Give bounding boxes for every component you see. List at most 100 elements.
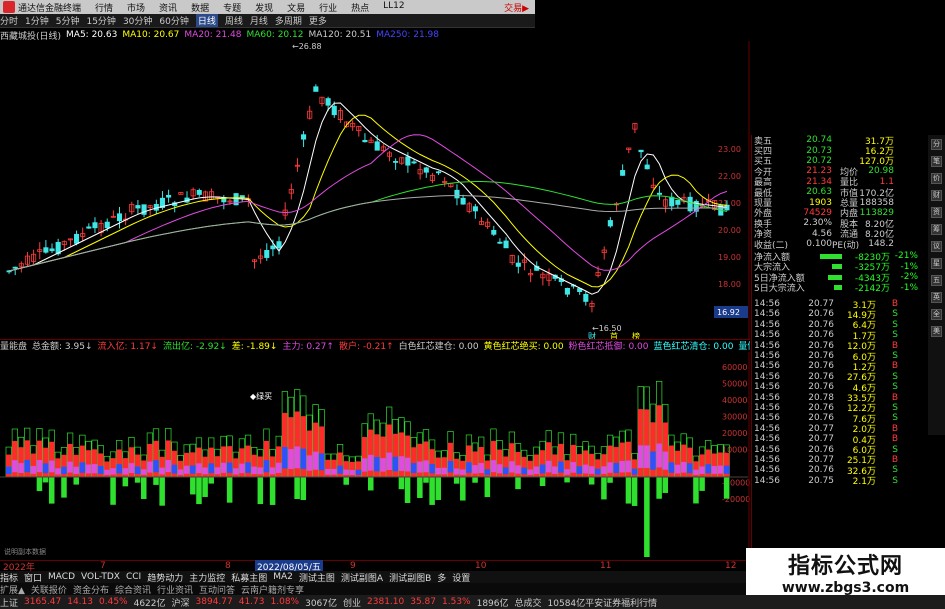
- indicator-tab-4[interactable]: CCI: [126, 572, 141, 582]
- indicator-value-4: 主力: 0.27↑: [282, 342, 334, 351]
- period-toolbar: 分时 1分钟 5分钟 15分钟 30分钟 60分钟 日线 周线 月线 多周期 更多: [0, 14, 535, 28]
- event-marker[interactable]: 首: [610, 331, 618, 339]
- side-tab-1[interactable]: 笔: [931, 156, 942, 167]
- side-tab-3[interactable]: 财: [931, 190, 942, 201]
- tick-time: 14:56: [754, 361, 780, 372]
- extension-tab-2[interactable]: 资金分布: [73, 583, 109, 596]
- period-tab-10[interactable]: 更多: [309, 14, 327, 27]
- period-tab-0[interactable]: 分时: [0, 14, 18, 27]
- tick-side: S: [892, 371, 898, 382]
- event-marker[interactable]: 榜: [632, 331, 640, 339]
- menu-item-4[interactable]: 专题: [223, 1, 241, 14]
- axis-tick: 7: [100, 561, 106, 571]
- menu-item-6[interactable]: 文易: [287, 1, 305, 14]
- tick-time: 14:56: [754, 423, 780, 434]
- status-item-5: 沪深: [171, 598, 190, 609]
- tick-time: 14:56: [754, 434, 780, 445]
- axis-tick: 12: [725, 561, 737, 571]
- menu-item-9[interactable]: LL12: [383, 1, 404, 14]
- period-tab-7[interactable]: 周线: [225, 14, 243, 27]
- extension-tab-4[interactable]: 行业资讯: [157, 583, 193, 596]
- tick-price: 20.76: [808, 330, 834, 341]
- tick-time: 14:56: [754, 402, 780, 413]
- indicator-tab-12[interactable]: 多: [437, 571, 446, 584]
- ma-value-4: MA120: 20.51: [308, 30, 372, 40]
- extension-tab-3[interactable]: 综合资讯: [115, 583, 151, 596]
- menu-item-2[interactable]: 资讯: [159, 1, 177, 14]
- extension-tab-5[interactable]: 互动问答: [199, 583, 235, 596]
- tick-side: S: [892, 330, 898, 341]
- side-tab-8[interactable]: 五: [931, 275, 942, 286]
- tick-time: 14:56: [754, 465, 780, 476]
- price-axis-label: 18.00: [718, 280, 741, 289]
- indicator-tab-9[interactable]: 测试主图: [299, 571, 335, 584]
- side-tab-4[interactable]: 资: [931, 207, 942, 218]
- quote-value: 21.23: [806, 166, 832, 177]
- vol-axis-label: 40000: [722, 396, 747, 405]
- axis-tick: 8: [225, 561, 231, 571]
- indicator-tab-0[interactable]: 指标: [0, 571, 18, 584]
- quote-table: 卖五 20.74 31.7万 买四 20.73 16.2万 买五 20.72 127.0万 今开 2…: [752, 135, 926, 250]
- flow-table: 净流入额 -8230万 -21% 大宗流入 -3257万 -1% 5日净流入额 -4343万 -…: [752, 251, 926, 295]
- tick-time: 14:56: [754, 309, 780, 320]
- flow-value: -2142万: [854, 284, 890, 295]
- indicator-tab-10[interactable]: 测试副图A: [341, 571, 383, 584]
- side-tab-7[interactable]: 星: [931, 258, 942, 269]
- tick-price: 20.76: [808, 382, 834, 393]
- indicator-tab-7[interactable]: 私募主图: [231, 571, 267, 584]
- status-bar: 上证 3165.47 14.13 0.45% 4622亿 沪深 3894.77 41.73 1.…: [0, 595, 945, 609]
- indicator-tab-3[interactable]: VOL-TDX: [81, 572, 120, 582]
- menu-item-1[interactable]: 市场: [127, 1, 145, 14]
- flow-bar: [201, 449, 209, 497]
- menu-item-3[interactable]: 数据: [191, 1, 209, 14]
- side-tab-2[interactable]: 价: [931, 173, 942, 184]
- side-tab-0[interactable]: 分: [931, 139, 942, 150]
- trade-button[interactable]: 交易▶: [504, 1, 529, 14]
- capital-flow-chart[interactable]: 6000050000400003000020000100000-10000-20…: [0, 352, 750, 560]
- indicator-tab-1[interactable]: 窗口: [24, 571, 42, 584]
- indicator-tab-13[interactable]: 设置: [452, 571, 470, 584]
- period-tab-5[interactable]: 60分钟: [159, 14, 188, 27]
- candlestick-chart[interactable]: 23.0022.0021.0020.0019.0018.00←26.88←16.…: [0, 41, 750, 339]
- period-tab-3[interactable]: 15分钟: [86, 14, 115, 27]
- flow-bar-track: [814, 285, 842, 291]
- period-tab-4[interactable]: 30分钟: [123, 14, 152, 27]
- extension-tab-6[interactable]: 云南户籍剂专享: [241, 583, 304, 596]
- side-tab-6[interactable]: 议: [931, 241, 942, 252]
- period-tab-1[interactable]: 1分钟: [25, 14, 49, 27]
- extension-tab-1[interactable]: 关联报价: [31, 583, 67, 596]
- indicator-tab-2[interactable]: MACD: [48, 572, 75, 582]
- period-tab-8[interactable]: 月线: [250, 14, 268, 27]
- status-item-16: 10584亿平安证券福利行情: [547, 598, 658, 609]
- brand-url: www.zbgs3.com: [781, 579, 910, 596]
- tick-time: 14:56: [754, 413, 780, 424]
- quote-value: 20.74: [806, 135, 832, 146]
- side-tab-10[interactable]: 全: [931, 309, 942, 320]
- period-tab-2[interactable]: 5分钟: [56, 14, 80, 27]
- ma-value-5: MA250: 21.98: [376, 30, 440, 40]
- tick-side: B: [891, 340, 898, 351]
- tick-side: B: [891, 392, 898, 403]
- indicator-tab-8[interactable]: MA2: [273, 572, 293, 582]
- tick-side: S: [892, 444, 898, 455]
- period-tab-6[interactable]: 日线: [195, 14, 218, 27]
- menu-item-7[interactable]: 行业: [319, 1, 337, 14]
- flow-bar-track: [814, 253, 842, 259]
- side-tab-5[interactable]: 筹: [931, 224, 942, 235]
- menu-item-5[interactable]: 发现: [255, 1, 273, 14]
- indicator-tab-6[interactable]: 主力监控: [189, 571, 225, 584]
- indicator-tab-5[interactable]: 趋势动力: [147, 571, 183, 584]
- side-tab-11[interactable]: 美: [931, 326, 942, 337]
- event-marker[interactable]: 财: [588, 331, 596, 339]
- side-tab-9[interactable]: 英: [931, 292, 942, 303]
- tick-price: 20.76: [808, 402, 834, 413]
- flow-bar: [195, 437, 203, 505]
- tick-price: 20.77: [808, 299, 834, 310]
- tick-price: 20.77: [808, 423, 834, 434]
- extension-tab-0[interactable]: 扩展▲: [0, 583, 25, 596]
- period-tab-9[interactable]: 多周期: [275, 14, 302, 27]
- flow-bar: [109, 451, 117, 505]
- indicator-tab-11[interactable]: 测试副图B: [389, 571, 431, 584]
- menu-item-0[interactable]: 行情: [95, 1, 113, 14]
- menu-item-8[interactable]: 热点: [351, 1, 369, 14]
